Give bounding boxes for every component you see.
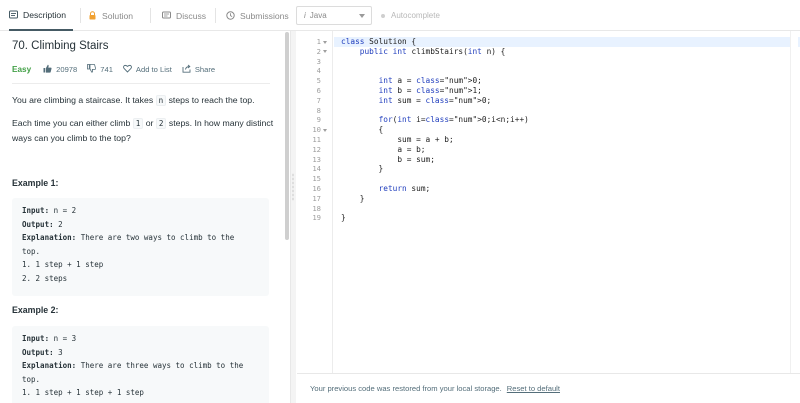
tab-solution-label: Solution <box>102 10 134 21</box>
output-value: 2 <box>53 219 63 229</box>
likes-count: 20978 <box>56 64 78 74</box>
problem-paragraph-1: You are climbing a staircase. It takes n… <box>12 93 274 108</box>
code-line[interactable]: int b = class="num">1; <box>341 86 482 96</box>
code-line[interactable]: } <box>341 164 384 174</box>
restore-message: Your previous code was restored from you… <box>310 384 502 393</box>
language-prefix: i <box>304 11 306 20</box>
reset-to-default-link[interactable]: Reset to default <box>507 384 560 393</box>
problem-title: 70. Climbing Stairs <box>12 40 109 52</box>
dislikes-count: 741 <box>100 64 113 74</box>
explanation-continuation: top. <box>22 246 41 256</box>
toggle-dot-icon <box>381 13 385 18</box>
autocomplete-label: Autocomplete <box>391 11 440 20</box>
output-label: Output: <box>22 219 54 229</box>
explanation-label: Explanation: <box>22 361 77 371</box>
chevron-down-icon <box>359 14 365 18</box>
top-toolbar: Description Solution Discuss Submissions… <box>0 0 800 31</box>
heart-icon <box>123 64 132 75</box>
explanation-continuation: top. <box>22 374 41 384</box>
language-select[interactable]: i Java <box>296 6 372 25</box>
example-output-line: Output: 2 <box>22 218 259 232</box>
text: steps to reach the top. <box>166 95 255 105</box>
history-icon <box>226 11 235 20</box>
code-area[interactable]: class Solution { public int climbStairs(… <box>297 31 800 373</box>
example-explanation-line: Explanation: There are three ways to cli… <box>22 359 259 373</box>
code-line[interactable]: for(int i=class="num">0;i<n;i++) <box>341 115 529 125</box>
autocomplete-toggle[interactable]: Autocomplete <box>381 6 440 25</box>
lock-icon <box>88 11 97 20</box>
example-1-block: Input: n = 2 Output: 2 Explanation: Ther… <box>12 198 269 296</box>
inline-code: 2 <box>155 118 167 129</box>
add-to-list-label: Add to List <box>135 64 172 74</box>
code-line[interactable]: int a = class="num">0; <box>341 76 482 86</box>
tab-solution[interactable]: Solution <box>88 0 133 31</box>
tab-separator <box>80 8 81 23</box>
editor-footer: Your previous code was restored from you… <box>297 373 800 403</box>
inline-code: 1 <box>132 118 144 129</box>
editor-scrollbar[interactable] <box>790 31 798 373</box>
difficulty-badge: Easy <box>12 64 32 74</box>
code-line[interactable]: sum = a + b; <box>341 135 453 145</box>
code-line[interactable]: b = sum; <box>341 155 435 165</box>
text: You are climbing a staircase. It takes <box>12 95 156 105</box>
code-line[interactable]: } <box>341 213 346 223</box>
text: Each time you can either climb <box>12 118 133 128</box>
discuss-icon <box>162 11 171 20</box>
code-editor[interactable]: 1 2 3 4 5 6 7 8 9 10 11 12 13 14 15 16 17 18 19 class Solu… <box>297 31 800 373</box>
explanation-value: There are two ways to climb to the <box>76 233 235 243</box>
divider <box>12 83 270 84</box>
code-line[interactable]: } <box>341 194 365 204</box>
thumbs-up-icon <box>43 64 52 75</box>
description-icon <box>9 10 18 19</box>
tab-submissions[interactable]: Submissions <box>226 0 289 31</box>
dislike-button[interactable]: 741 <box>87 63 113 75</box>
tab-discuss-label: Discuss <box>176 10 207 21</box>
tab-submissions-label: Submissions <box>240 10 289 21</box>
example-output-line: Output: 3 <box>22 346 259 360</box>
explanation-label: Explanation: <box>22 233 77 243</box>
example-step: 1. 1 step + 1 step <box>22 260 104 270</box>
example-input-line: Input: n = 3 <box>22 332 259 346</box>
output-value: 3 <box>53 347 63 357</box>
example-2-block: Input: n = 3 Output: 3 Explanation: Ther… <box>12 326 269 403</box>
share-icon <box>182 64 191 75</box>
tab-discuss[interactable]: Discuss <box>162 0 206 31</box>
code-line[interactable]: return sum; <box>341 184 431 194</box>
example-explanation-line: Explanation: There are two ways to climb… <box>22 231 259 245</box>
input-value: n = 2 <box>49 206 77 215</box>
description-scrollbar[interactable] <box>285 32 289 240</box>
problem-paragraph-2: Each time you can either climb 1 or 2 st… <box>12 116 274 145</box>
code-line[interactable]: public int climbStairs(int n) { <box>341 47 506 57</box>
example-input-line: Input: n = 2 <box>22 204 259 218</box>
thumbs-down-icon <box>87 63 97 75</box>
like-button[interactable]: 20978 <box>43 64 77 75</box>
code-line[interactable]: class Solution { <box>341 37 416 47</box>
example-1-heading: Example 1: <box>12 178 59 188</box>
input-label: Input: <box>22 206 50 215</box>
tab-description-label: Description <box>23 9 66 20</box>
output-label: Output: <box>22 347 54 357</box>
problem-meta: Easy 20978 741 Add to List Share <box>12 63 225 75</box>
tab-separator <box>150 8 151 23</box>
text: or <box>143 118 156 128</box>
tab-description[interactable]: Description <box>9 0 73 31</box>
description-panel: 70. Climbing Stairs Easy 20978 741 Add t… <box>0 32 283 403</box>
add-to-list-button[interactable]: Add to List <box>123 64 172 75</box>
example-2-heading: Example 2: <box>12 305 59 315</box>
share-label: Share <box>194 64 216 74</box>
code-line[interactable]: { <box>341 125 384 135</box>
tab-separator <box>215 8 216 23</box>
example-step: 2. 2 steps <box>22 273 68 283</box>
share-button[interactable]: Share <box>182 64 215 75</box>
input-value: n = 3 <box>49 334 77 343</box>
panel-splitter[interactable] <box>290 31 296 403</box>
language-value: Java <box>309 11 327 20</box>
code-line[interactable]: a = b; <box>341 145 425 155</box>
example-step: 1. 1 step + 1 step + 1 step <box>22 388 144 398</box>
inline-code: n <box>155 95 167 106</box>
code-line[interactable]: int sum = class="num">0; <box>341 96 492 106</box>
input-label: Input: <box>22 334 50 343</box>
explanation-value: There are three ways to climb to the <box>76 361 244 371</box>
drag-handle-icon[interactable] <box>292 173 294 201</box>
